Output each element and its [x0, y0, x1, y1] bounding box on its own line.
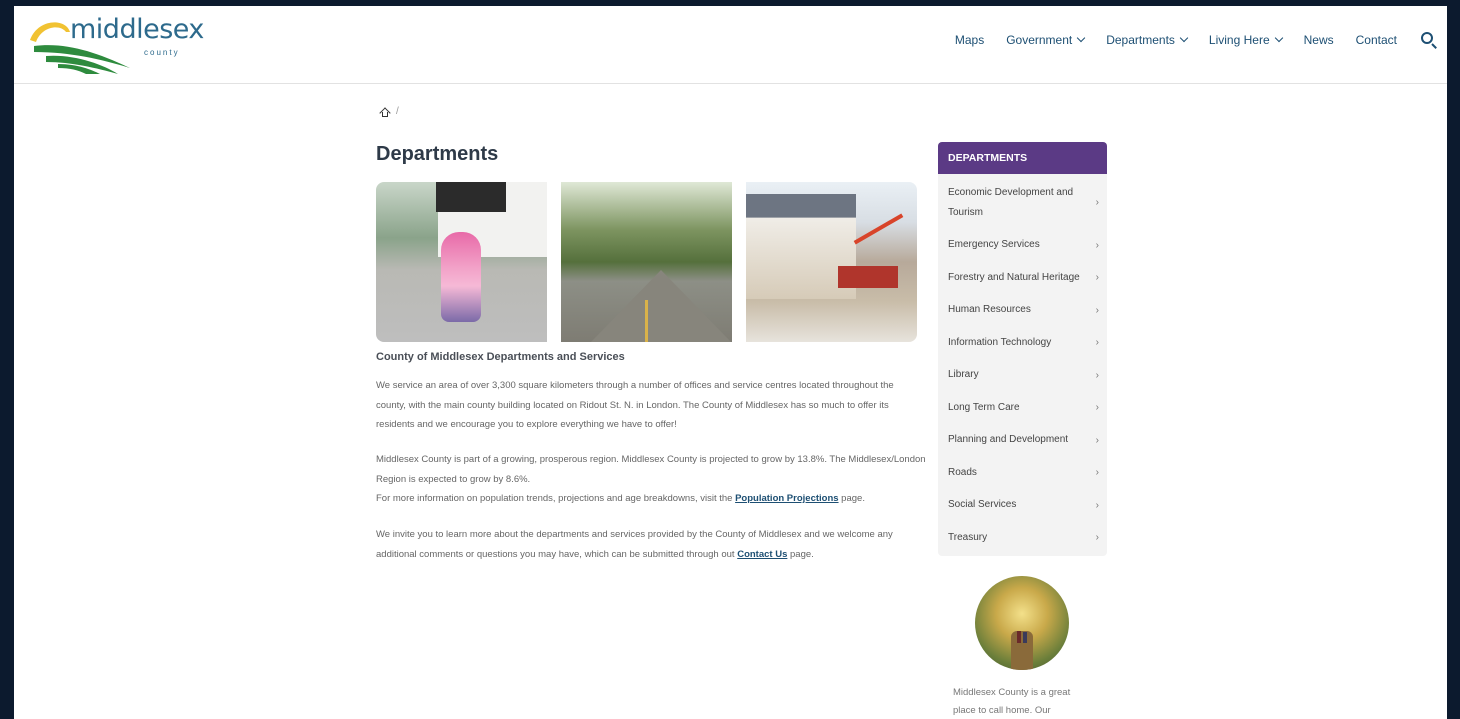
chevron-right-icon: ›: [1095, 239, 1099, 251]
sidebar-item-human-resources[interactable]: Human Resources ›: [938, 294, 1107, 327]
chevron-down-icon: [1076, 33, 1086, 43]
sidebar-item-roads[interactable]: Roads ›: [938, 457, 1107, 490]
nav-label: Living Here: [1208, 33, 1270, 47]
population-projections-link[interactable]: Population Projections: [735, 493, 838, 504]
chevron-right-icon: ›: [1095, 304, 1099, 316]
contact-paragraph: We invite you to learn more about the de…: [376, 525, 926, 564]
chevron-right-icon: ›: [1095, 434, 1099, 446]
chevron-right-icon: ›: [1095, 467, 1099, 479]
chevron-down-icon: [1274, 33, 1283, 43]
sidebar-item-label: Planning and Development: [948, 434, 1069, 446]
sidebar-item-forestry[interactable]: Forestry and Natural Heritage ›: [938, 262, 1107, 295]
sidebar-item-label: Library: [948, 369, 979, 381]
sidebar-header: DEPARTMENTS: [938, 142, 1107, 174]
sidebar-item-library[interactable]: Library ›: [938, 359, 1107, 392]
contact-text: We invite you to learn more about the de…: [376, 529, 893, 560]
nav-item-news[interactable]: News: [1304, 33, 1334, 47]
departments-sidebar: DEPARTMENTS Economic Development and Tou…: [938, 142, 1107, 556]
promo-text: Middlesex County is a great place to cal…: [953, 687, 1071, 716]
main-nav: Maps Government Departments Living Here …: [933, 28, 1439, 52]
chevron-right-icon: ›: [1095, 532, 1099, 544]
logo-subtitle: county: [144, 48, 180, 57]
nav-label: Maps: [954, 33, 985, 47]
sidebar-item-label: Emergency Services: [948, 239, 1040, 251]
nav-item-contact[interactable]: Contact: [1356, 33, 1397, 47]
promo-photo-forest-path: [975, 576, 1069, 670]
chevron-right-icon: ›: [1095, 402, 1099, 414]
population-text: For more information on population trend…: [376, 493, 736, 504]
sidebar-item-label: Social Services: [948, 499, 1017, 511]
photo-country-road: [561, 182, 732, 342]
sidebar-item-label: Roads: [948, 466, 977, 478]
sidebar-item-information-technology[interactable]: Information Technology ›: [938, 327, 1107, 360]
breadcrumb-separator: /: [396, 106, 399, 117]
search-icon[interactable]: [1419, 30, 1439, 50]
sidebar-item-label: Human Resources: [948, 304, 1031, 316]
logo-wordmark: middlesex: [70, 14, 204, 45]
sidebar-item-label: Economic Development and Tourism: [948, 186, 1074, 218]
growth-text: Middlesex County is part of a growing, p…: [376, 454, 926, 485]
growth-paragraph: Middlesex County is part of a growing, p…: [376, 450, 926, 509]
site-logo[interactable]: middlesex county: [26, 12, 204, 74]
chevron-down-icon: [1179, 33, 1189, 43]
sidebar-item-label: Long Term Care: [948, 401, 1020, 413]
sidebar-item-planning[interactable]: Planning and Development ›: [938, 424, 1107, 457]
nav-item-living-here[interactable]: Living Here: [1208, 33, 1283, 47]
breadcrumb: /: [379, 106, 399, 119]
sidebar-item-emergency-services[interactable]: Emergency Services ›: [938, 229, 1107, 262]
contact-us-link[interactable]: Contact Us: [737, 549, 787, 560]
sidebar-item-treasury[interactable]: Treasury ›: [938, 522, 1107, 555]
chevron-right-icon: ›: [1095, 337, 1099, 349]
photo-housing-construction: [746, 182, 917, 342]
home-icon[interactable]: [379, 106, 391, 119]
sidebar-item-social-services[interactable]: Social Services ›: [938, 489, 1107, 522]
site-header: middlesex county Maps Government Departm…: [14, 6, 1447, 84]
page-title: Departments: [376, 143, 499, 165]
sidebar-item-label: Treasury: [948, 531, 988, 543]
nav-label: Government: [1006, 33, 1073, 47]
chevron-right-icon: ›: [1095, 272, 1099, 284]
nav-item-government[interactable]: Government: [1006, 33, 1086, 47]
intro-heading: County of Middlesex Departments and Serv…: [376, 351, 625, 363]
photo-child-on-bike: [376, 182, 547, 342]
population-text-end: page.: [838, 493, 865, 504]
nav-label: Departments: [1106, 33, 1175, 47]
sidebar-item-label: Information Technology: [948, 336, 1052, 348]
chevron-right-icon: ›: [1095, 369, 1099, 381]
sidebar-item-long-term-care[interactable]: Long Term Care ›: [938, 392, 1107, 425]
chevron-right-icon: ›: [1095, 197, 1099, 208]
sidebar-item-label: Forestry and Natural Heritage: [948, 271, 1080, 283]
chevron-right-icon: ›: [1095, 499, 1099, 511]
nav-item-maps[interactable]: Maps: [955, 33, 984, 47]
browser-page: middlesex county Maps Government Departm…: [14, 6, 1447, 719]
contact-text-end: page.: [787, 548, 814, 560]
nav-label: Contact: [1355, 33, 1397, 47]
intro-paragraph: We service an area of over 3,300 square …: [376, 380, 894, 430]
sidebar-item-economic-development[interactable]: Economic Development and Tourism ›: [938, 176, 1107, 229]
sidebar-list: Economic Development and Tourism › Emerge…: [938, 174, 1107, 556]
photo-strip: [376, 182, 919, 342]
nav-item-departments[interactable]: Departments: [1106, 33, 1189, 47]
nav-label: News: [1303, 33, 1334, 47]
